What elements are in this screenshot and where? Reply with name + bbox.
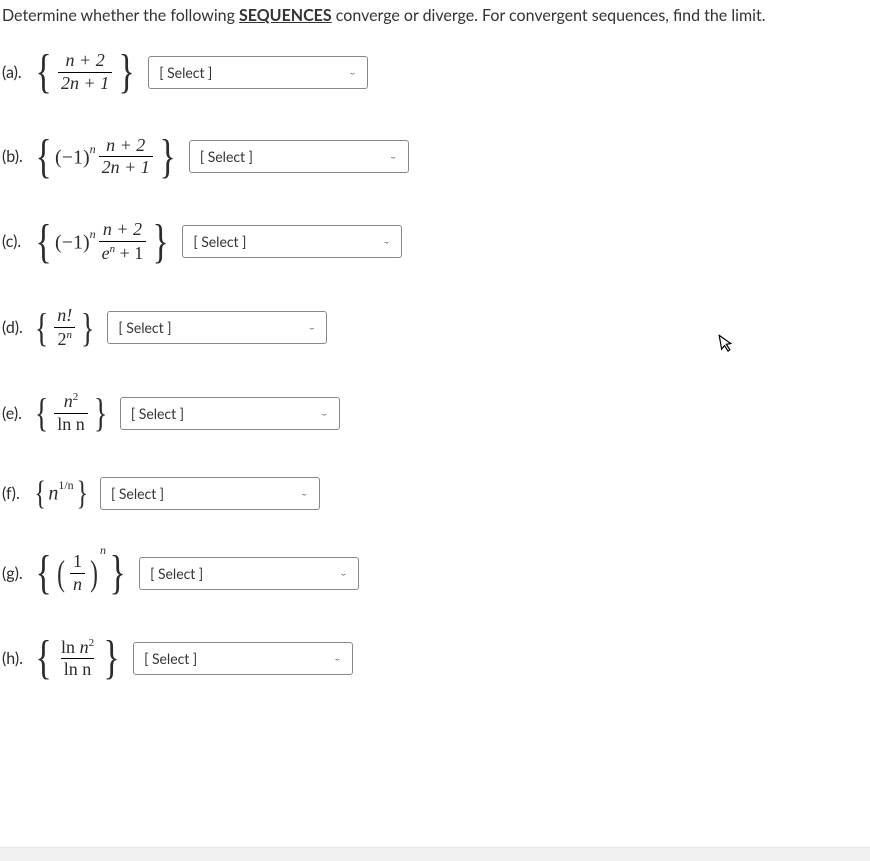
- select-d-text: [ Select ]: [118, 319, 171, 336]
- label-g: (g).: [2, 564, 26, 583]
- select-c[interactable]: [ Select ] ⌄: [182, 225, 402, 258]
- chevron-down-icon: ⌄: [333, 654, 342, 662]
- select-d[interactable]: [ Select ] ⌄: [107, 311, 327, 344]
- label-e: (e).: [2, 404, 26, 423]
- sequence-b: { (−1)n n + 2 2n + 1 }: [32, 136, 179, 179]
- problem-e: (e). { n2 ln n } [ Select ] ⌄: [0, 391, 870, 435]
- problem-h: (h). { ln n2 ln n } [ Select ] ⌄: [0, 637, 870, 681]
- label-h: (h).: [2, 649, 26, 668]
- select-c-text: [ Select ]: [193, 233, 246, 250]
- select-f-text: [ Select ]: [111, 485, 164, 502]
- select-b-text: [ Select ]: [200, 148, 253, 165]
- select-g[interactable]: [ Select ] ⌄: [139, 557, 359, 590]
- chevron-down-icon: ⌄: [300, 490, 309, 498]
- horizontal-scrollbar[interactable]: [0, 847, 870, 861]
- problem-g: (g). { ( 1 n ) n } [ Select ] ⌄: [0, 552, 870, 595]
- label-d: (d).: [2, 318, 26, 337]
- label-f: (f).: [2, 484, 26, 503]
- sequence-c: { (−1)n n + 2 en + 1 }: [32, 220, 172, 264]
- problem-f: (f). { n1/n } [ Select ] ⌄: [0, 477, 870, 510]
- select-f[interactable]: [ Select ] ⌄: [100, 477, 320, 510]
- instructions-pre: Determine whether the following: [2, 6, 239, 25]
- chevron-down-icon: ⌄: [339, 569, 348, 577]
- chevron-down-icon: ⌄: [307, 324, 316, 332]
- problem-d: (d). { n! 2n } [ Select ] ⌄: [0, 306, 870, 350]
- instructions: Determine whether the following SEQUENCE…: [0, 0, 870, 31]
- select-b[interactable]: [ Select ] ⌄: [189, 140, 409, 173]
- sequence-g: { ( 1 n ) n }: [32, 552, 129, 595]
- sequence-e: { n2 ln n }: [32, 391, 110, 435]
- instructions-post: converge or diverge. For convergent sequ…: [332, 6, 766, 25]
- sequence-h: { ln n2 ln n }: [32, 637, 123, 681]
- select-e[interactable]: [ Select ] ⌄: [120, 397, 340, 430]
- sequence-d: { n! 2n }: [32, 306, 97, 350]
- chevron-down-icon: ⌄: [320, 409, 329, 417]
- chevron-down-icon: ⌄: [382, 238, 391, 246]
- label-b: (b).: [2, 147, 26, 166]
- select-h[interactable]: [ Select ] ⌄: [133, 642, 353, 675]
- label-c: (c).: [2, 232, 26, 251]
- problem-b: (b). { (−1)n n + 2 2n + 1 } [ Select ] ⌄: [0, 136, 870, 179]
- instructions-bold: SEQUENCES: [239, 6, 332, 25]
- problem-a: (a). { n + 2 2n + 1 } [ Select ] ⌄: [0, 51, 870, 94]
- select-h-text: [ Select ]: [144, 650, 197, 667]
- select-a-text: [ Select ]: [159, 64, 212, 81]
- sequence-a: { n + 2 2n + 1 }: [32, 51, 138, 94]
- sequence-f: { n1/n }: [32, 480, 90, 507]
- select-a[interactable]: [ Select ] ⌄: [148, 56, 368, 89]
- select-e-text: [ Select ]: [131, 405, 184, 422]
- label-a: (a).: [2, 63, 26, 82]
- select-g-text: [ Select ]: [150, 565, 203, 582]
- chevron-down-icon: ⌄: [348, 68, 357, 76]
- problem-c: (c). { (−1)n n + 2 en + 1 } [ Select ] ⌄: [0, 220, 870, 264]
- chevron-down-icon: ⌄: [389, 153, 398, 161]
